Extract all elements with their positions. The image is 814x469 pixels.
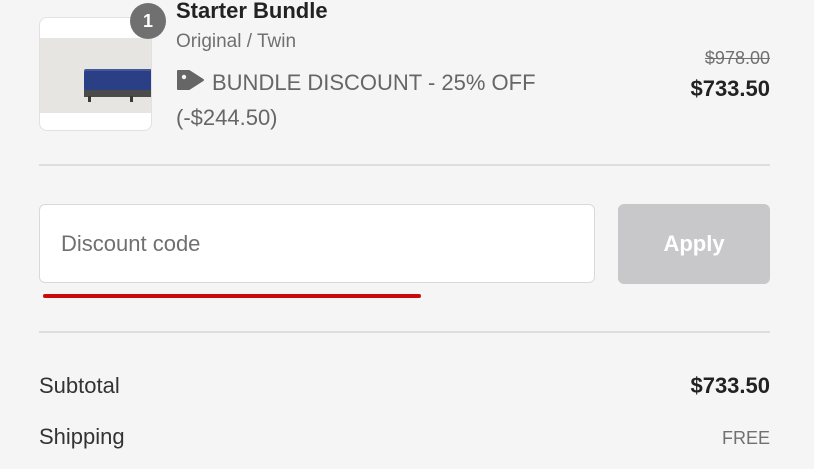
product-variant: Original / Twin	[176, 31, 297, 52]
bed-frame	[84, 90, 151, 97]
discount-code-input[interactable]	[39, 204, 595, 283]
bed-leg	[130, 96, 133, 102]
divider	[39, 331, 770, 333]
highlight-underline	[43, 294, 421, 298]
discount-amount: (-$244.50)	[176, 105, 278, 130]
divider	[39, 164, 770, 166]
shipping-label: Shipping	[39, 424, 125, 449]
bed-leg	[88, 96, 91, 102]
shipping-value: FREE	[721, 428, 770, 448]
product-title: Starter Bundle	[176, 0, 328, 23]
discount-label: BUNDLE DISCOUNT - 25% OFF	[212, 70, 536, 95]
applied-discount: BUNDLE DISCOUNT - 25% OFF (-$244.50)	[176, 66, 576, 134]
tag-icon	[176, 68, 206, 101]
subtotal-label: Subtotal	[39, 373, 120, 398]
subtotal-value: $733.50	[690, 373, 770, 398]
mattress	[84, 71, 151, 91]
apply-button[interactable]: Apply	[618, 204, 770, 284]
quantity-badge: 1	[130, 3, 166, 39]
original-price: $978.00	[704, 48, 770, 68]
final-price: $733.50	[690, 76, 770, 101]
